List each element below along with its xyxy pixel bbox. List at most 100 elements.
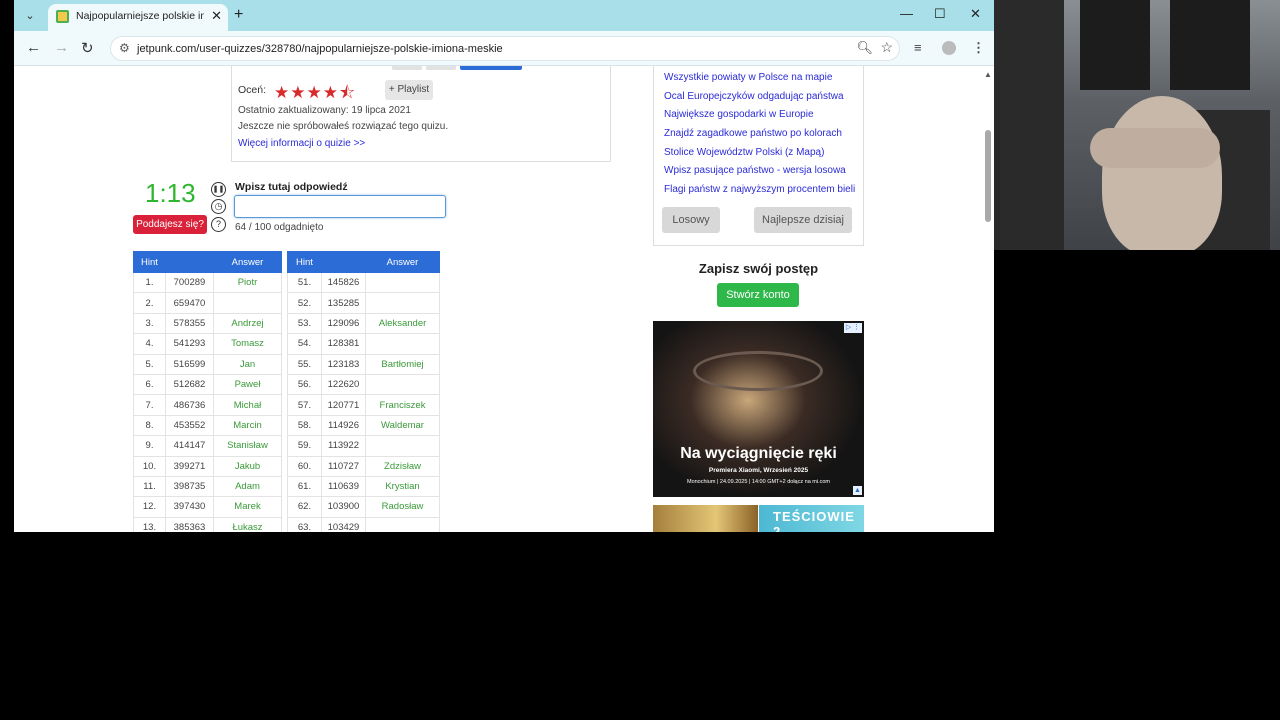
progress-count: 64 / 100 odgadnięto	[235, 222, 324, 233]
advertisement[interactable]: ▷ ⋮ Na wyciągnięcie ręki Premiera Xiaomi…	[653, 321, 864, 497]
related-quiz-link[interactable]: Wszystkie powiaty w Polsce na mapie	[664, 72, 855, 91]
advertisement-small[interactable]	[653, 505, 758, 532]
cell-answer: Aleksander	[365, 312, 440, 335]
cell-answer: Jan	[213, 353, 282, 375]
cell-count: 516599	[165, 353, 214, 375]
save-progress-title: Zapisz swój postęp	[698, 261, 819, 276]
cell-answer: Bartłomiej	[365, 353, 440, 375]
more-info-link[interactable]: Więcej informacji o quizie >>	[238, 138, 365, 149]
give-up-button[interactable]: Poddajesz się?	[133, 215, 207, 234]
ad-info-icon[interactable]: ▲	[853, 486, 862, 495]
table-row: 54. 128381	[287, 333, 440, 355]
related-quiz-link[interactable]: Stolice Województw Polski (z Mapą)	[664, 147, 855, 166]
header-answer: Answer	[213, 251, 282, 273]
cell-rank: 59.	[287, 435, 322, 457]
page-content: Oceń: ★★★★⯪ + Playlist Ostatnio zaktuali…	[14, 66, 994, 532]
cell-count: 129096	[321, 312, 366, 335]
minimize-icon[interactable]: —	[900, 6, 913, 21]
cell-count: 486736	[165, 394, 214, 416]
url-text[interactable]: jetpunk.com/user-quizzes/328780/najpopul…	[137, 43, 503, 55]
advertisement-small[interactable]: TEŚCIOWIE 2	[759, 505, 864, 532]
webcam-overlay	[994, 0, 1280, 250]
cell-count: 103900	[321, 496, 366, 518]
kebab-menu-icon[interactable]: ⋮	[972, 40, 985, 56]
back-arrow-icon[interactable]: ←	[26, 39, 41, 56]
clock-icon[interactable]: ◷	[211, 199, 226, 214]
related-quiz-link[interactable]: Flagi państw z najwyższym procentem biel…	[664, 184, 855, 203]
related-quizzes-panel: Wszystkie powiaty w Polsce na mapie Ocal…	[653, 66, 864, 246]
cell-count: 135285	[321, 292, 366, 314]
related-quiz-link[interactable]: Największe gospodarki w Europie	[664, 109, 855, 128]
table-row: 4. 541293 Tomasz	[133, 333, 282, 355]
scroll-thumb[interactable]	[985, 130, 991, 222]
cell-rank: 53.	[287, 312, 322, 335]
window-close-icon[interactable]: ✕	[970, 6, 981, 22]
cell-rank: 8.	[133, 414, 166, 437]
cell-count: 113922	[321, 435, 366, 457]
cell-rank: 58.	[287, 414, 322, 437]
pause-icon[interactable]: ❚❚	[211, 182, 226, 197]
cell-count: 398735	[165, 475, 214, 498]
chevron-down-icon[interactable]: ⌄	[20, 6, 40, 26]
cell-count: 110727	[321, 455, 366, 477]
forward-arrow-icon[interactable]: →	[54, 39, 69, 56]
cell-rank: 6.	[133, 373, 166, 396]
ad-choices-icon[interactable]: ▷ ⋮	[844, 323, 862, 333]
top-button-2[interactable]	[426, 66, 456, 70]
person-arm	[1090, 128, 1220, 168]
maximize-icon[interactable]: ☐	[934, 6, 946, 22]
scroll-up-icon[interactable]: ▲	[984, 70, 992, 79]
cell-count: 397430	[165, 496, 214, 518]
zoom-icon[interactable]: 🔍︎	[856, 40, 873, 56]
cell-count: 512682	[165, 373, 214, 396]
cell-count: 385363	[165, 516, 214, 532]
address-bar[interactable]: ⚙ jetpunk.com/user-quizzes/328780/najpop…	[110, 36, 900, 61]
related-quiz-link[interactable]: Znajdź zagadkowe państwo po kolorach	[664, 128, 855, 147]
cell-count: 659470	[165, 292, 214, 314]
table-row: 55. 123183 Bartłomiej	[287, 353, 440, 375]
help-icon[interactable]: ?	[211, 217, 226, 232]
page-scrollbar[interactable]: ▲	[984, 70, 992, 530]
answer-input[interactable]	[234, 195, 446, 218]
ad-headline: Na wyciągnięcie ręki	[680, 445, 837, 462]
site-info-icon[interactable]: ⚙	[119, 41, 130, 55]
header-value	[165, 251, 214, 273]
cell-rank: 7.	[133, 394, 166, 416]
close-icon[interactable]: ✕	[211, 8, 222, 24]
cell-answer: Zdzisław	[365, 455, 440, 477]
top-button-1[interactable]	[392, 66, 422, 70]
related-quiz-link[interactable]: Ocal Europejczyków odgadując państwa	[664, 91, 855, 110]
cell-answer: Andrzej	[213, 312, 282, 335]
cell-answer	[365, 333, 440, 355]
tab-active[interactable]: Najpopularniejsze polskie imion ✕	[48, 4, 228, 31]
plus-icon[interactable]: +	[234, 6, 243, 24]
table-row: 3. 578355 Andrzej	[133, 312, 282, 335]
favicon-icon	[56, 10, 69, 23]
media-control-icon[interactable]: ≡	[914, 40, 922, 55]
cell-rank: 63.	[287, 516, 322, 532]
cell-count: 700289	[165, 271, 214, 294]
cell-count: 453552	[165, 414, 214, 437]
table-row: 2. 659470	[133, 292, 282, 314]
table-row: 1. 700289 Piotr	[133, 271, 282, 294]
star-icon[interactable]: ☆	[880, 39, 893, 56]
playlist-button[interactable]: + Playlist	[385, 80, 433, 100]
profile-avatar-icon[interactable]	[942, 41, 956, 55]
cell-count: 414147	[165, 435, 214, 457]
create-account-button[interactable]: Stwórz konto	[717, 283, 799, 307]
cell-count: 145826	[321, 271, 366, 294]
timer: 1:13	[145, 178, 196, 208]
table-row: 63. 103429	[287, 516, 440, 532]
cell-answer: Stanisław	[213, 435, 282, 457]
cell-answer: Radosław	[365, 496, 440, 518]
random-button[interactable]: Losowy	[662, 207, 720, 233]
cell-count: 120771	[321, 394, 366, 416]
top-button-primary[interactable]	[460, 66, 522, 70]
tab-bar: ⌄ Najpopularniejsze polskie imion ✕ + — …	[14, 0, 994, 31]
reload-icon[interactable]: ↻	[81, 39, 94, 57]
table-row: 11. 398735 Adam	[133, 475, 282, 498]
wall-panel	[1170, 0, 1250, 90]
related-quiz-link[interactable]: Wpisz pasujące państwo - wersja losowa	[664, 165, 855, 184]
cell-answer: Łukasz	[213, 516, 282, 532]
best-today-button[interactable]: Najlepsze dzisiaj	[754, 207, 852, 233]
